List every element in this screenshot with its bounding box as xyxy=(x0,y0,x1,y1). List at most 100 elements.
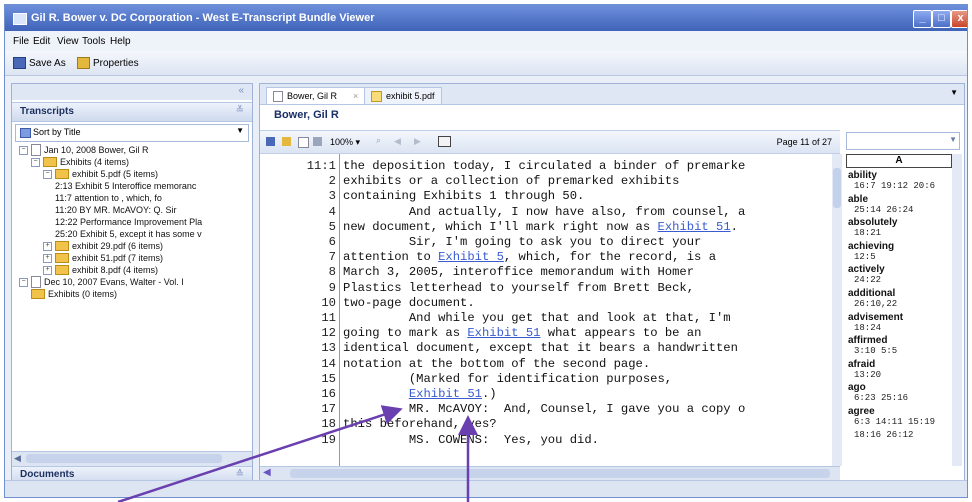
index-word[interactable]: ability xyxy=(848,170,877,181)
document-title: Bower, Gil R xyxy=(274,109,339,121)
tree-item[interactable]: + exhibit 8.pdf (4 items) xyxy=(43,264,158,276)
properties-icon[interactable] xyxy=(282,137,291,146)
index-page-refs[interactable]: 24:22 xyxy=(854,275,881,285)
line-text: Plastics letterhead to yourself from Bre… xyxy=(343,281,694,296)
index-page-refs[interactable]: 3:10 5:5 xyxy=(854,346,897,356)
index-word[interactable]: agree xyxy=(848,406,875,417)
scroll-left-icon[interactable]: ◀ xyxy=(263,467,271,478)
menu-help[interactable]: Help xyxy=(110,36,131,47)
expand-icon[interactable]: + xyxy=(43,241,52,251)
menu-edit[interactable]: Edit xyxy=(33,36,50,47)
sort-dropdown[interactable]: Sort by Title ▼ xyxy=(15,124,249,142)
index-vertical-scrollbar[interactable] xyxy=(952,154,962,466)
scrollbar-thumb[interactable] xyxy=(26,454,222,463)
folder-icon[interactable] xyxy=(438,136,451,147)
exhibit-link[interactable]: Exhibit 51 xyxy=(467,326,540,340)
index-page-refs[interactable]: 6:3 14:11 15:19 xyxy=(854,417,935,427)
menu-tools[interactable]: Tools xyxy=(82,36,105,47)
index-page-refs[interactable]: 18:21 xyxy=(854,228,881,238)
close-button[interactable]: x xyxy=(951,10,967,28)
index-page-refs[interactable]: 16:7 19:12 20:6 xyxy=(854,181,935,191)
tree-item[interactable]: + exhibit 51.pdf (7 items) xyxy=(43,252,163,264)
index-word[interactable]: ago xyxy=(848,382,866,393)
collapse-icon[interactable]: − xyxy=(31,157,40,167)
index-word[interactable]: actively xyxy=(848,264,885,275)
panel-collapse-bar[interactable]: « xyxy=(12,84,252,100)
index-search-input[interactable]: ▼ xyxy=(846,132,960,150)
scroll-left-icon[interactable]: ◀ xyxy=(14,453,21,464)
collapse-icon[interactable]: − xyxy=(19,277,28,287)
expand-icon[interactable]: + xyxy=(43,265,52,275)
tree-item[interactable]: − exhibit 5.pdf (5 items) xyxy=(43,168,158,180)
tree-item[interactable]: − Exhibits (4 items) xyxy=(31,156,129,168)
tab-bower-gil-r[interactable]: Bower, Gil R × xyxy=(266,87,366,104)
tab-list-arrow-icon[interactable]: ▼ xyxy=(950,88,958,97)
index-word[interactable]: additional xyxy=(848,288,895,299)
exhibit-link[interactable]: Exhibit 51 xyxy=(409,387,482,401)
transcript-line: 2 exhibits or a collection of premarked e… xyxy=(260,174,832,189)
line-number: 13 xyxy=(321,341,336,356)
search-icon[interactable]: ⌕ xyxy=(376,135,381,146)
minimize-button[interactable]: _ xyxy=(913,10,932,28)
transcript-tree: − Jan 10, 2008 Bower, Gil R − Exhibits (4 i… xyxy=(15,144,249,444)
title-bar[interactable]: Gil R. Bower v. DC Corporation - West E-… xyxy=(5,5,967,31)
maximize-button[interactable]: □ xyxy=(932,10,951,28)
index-page-refs[interactable]: 12:5 xyxy=(854,252,876,262)
transcripts-header-label: Transcripts xyxy=(20,106,74,117)
menu-view[interactable]: View xyxy=(57,36,79,47)
index-word[interactable]: affirmed xyxy=(848,335,887,346)
scrollbar-thumb[interactable] xyxy=(833,168,841,208)
tree-item[interactable]: 25:20 Exhibit 5, except it has some v xyxy=(55,228,202,240)
exhibit-link[interactable]: Exhibit 51 xyxy=(658,220,731,234)
properties-button[interactable]: Properties xyxy=(77,56,139,70)
tree-item-label: 2:13 Exhibit 5 Interoffice memoranc xyxy=(55,181,197,191)
transcripts-header[interactable]: Transcripts ≚ xyxy=(12,102,252,122)
chevron-collapse-icon[interactable]: ≚ xyxy=(236,105,244,116)
index-page-refs[interactable]: 18:16 26:12 xyxy=(854,430,913,440)
collapse-icon[interactable]: − xyxy=(43,169,52,179)
tree-item[interactable]: 12:22 Performance Improvement Pla xyxy=(55,216,202,228)
tree-item[interactable]: − Jan 10, 2008 Bower, Gil R xyxy=(19,144,149,156)
next-icon[interactable]: ▶ xyxy=(414,136,421,147)
save-as-button[interactable]: Save As xyxy=(13,56,66,70)
transcript-horizontal-scrollbar[interactable]: ◀ xyxy=(260,466,840,481)
tree-item[interactable]: 11:20 BY MR. McAVOY: Q. Sir xyxy=(55,204,177,216)
index-word[interactable]: absolutely xyxy=(848,217,897,228)
exhibit-link[interactable]: Exhibit 5 xyxy=(438,250,504,264)
scrollbar-thumb[interactable] xyxy=(290,469,830,478)
tree-item[interactable]: − Dec 10, 2007 Evans, Walter - Vol. I xyxy=(19,276,184,288)
collapse-icon[interactable]: − xyxy=(19,145,28,155)
index-page-refs[interactable]: 13:20 xyxy=(854,370,881,380)
tree-horizontal-scrollbar[interactable]: ◀ xyxy=(12,451,252,466)
index-word[interactable]: achieving xyxy=(848,241,894,252)
transcript-vertical-scrollbar[interactable] xyxy=(832,154,842,466)
transcript-line: 11 And while you get that and look at th… xyxy=(260,311,832,326)
index-page-refs[interactable]: 18:24 xyxy=(854,323,881,333)
zoom-select[interactable]: 100% ▾ xyxy=(330,137,360,148)
index-word[interactable]: afraid xyxy=(848,359,875,370)
expand-icon[interactable]: + xyxy=(43,253,52,263)
collapse-left-icon[interactable]: « xyxy=(238,85,244,96)
save-icon[interactable] xyxy=(266,137,275,146)
index-word[interactable]: advisement xyxy=(848,312,903,323)
app-window: Gil R. Bower v. DC Corporation - West E-… xyxy=(4,4,968,498)
index-page-refs[interactable]: 25:14 26:24 xyxy=(854,205,913,215)
menu-file[interactable]: File xyxy=(13,36,29,47)
page-icon[interactable] xyxy=(298,137,309,148)
index-page-refs[interactable]: 6:23 25:16 xyxy=(854,393,908,403)
dropdown-arrow-icon[interactable]: ▼ xyxy=(236,126,244,135)
previous-icon[interactable]: ◀ xyxy=(394,136,401,147)
tree-item[interactable]: Exhibits (0 items) xyxy=(31,288,117,300)
chevron-down-icon[interactable]: ▼ xyxy=(949,135,957,144)
close-tab-icon[interactable]: × xyxy=(353,91,358,101)
tree-item[interactable]: 11:7 attention to , which, fo xyxy=(55,192,162,204)
chevron-expand-icon[interactable]: ≙ xyxy=(236,469,244,480)
tab-exhibit-5-pdf[interactable]: exhibit 5.pdf xyxy=(364,87,442,104)
index-page-refs[interactable]: 26:10,22 xyxy=(854,299,897,309)
index-word[interactable]: able xyxy=(848,194,868,205)
transcript-line: 5 new document, which I'll mark right now… xyxy=(260,220,832,235)
tree-item[interactable]: 2:13 Exhibit 5 Interoffice memoranc xyxy=(55,180,196,192)
print-icon[interactable] xyxy=(313,137,322,146)
tree-item[interactable]: + exhibit 29.pdf (6 items) xyxy=(43,240,163,252)
line-number: 10 xyxy=(321,295,336,310)
